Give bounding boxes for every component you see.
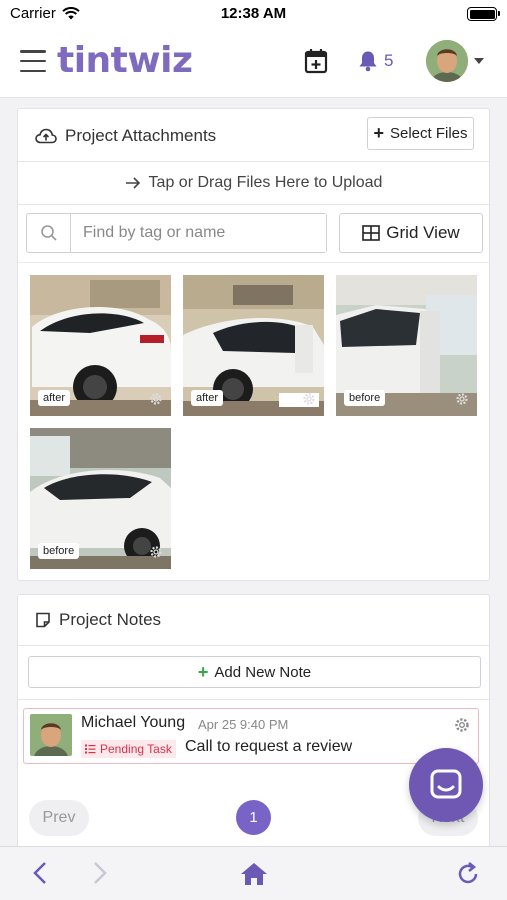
chevron-down-icon (474, 58, 484, 64)
search-input[interactable] (71, 214, 326, 252)
gear-icon[interactable] (149, 392, 163, 406)
photo-tag: before (344, 390, 386, 406)
add-note-button[interactable]: + Add New Note (28, 656, 481, 688)
upload-dropzone[interactable]: Tap or Drag Files Here to Upload (18, 161, 489, 205)
note-text: Call to request a review (185, 738, 353, 755)
grid-view-button[interactable]: Grid View (339, 213, 483, 253)
logo[interactable]: tintwiz (57, 40, 193, 81)
task-list-icon (85, 744, 96, 754)
status-bar: Carrier 12:38 AM (0, 0, 507, 28)
search-icon (27, 214, 71, 252)
attachments-title-text: Project Attachments (65, 126, 217, 145)
calendar-add-icon[interactable] (304, 48, 328, 74)
bottom-toolbar (0, 846, 507, 900)
notes-title-text: Project Notes (59, 610, 162, 629)
grid-icon (362, 225, 381, 241)
clock: 12:38 AM (220, 5, 287, 22)
photo-tag: after (38, 390, 71, 406)
select-files-button[interactable]: + Select Files (367, 117, 474, 150)
search-box (26, 213, 327, 253)
arrow-right-icon (125, 177, 140, 189)
divider (18, 699, 489, 700)
user-menu[interactable] (426, 40, 484, 82)
page-number[interactable]: 1 (236, 800, 271, 835)
status-badge: Pending Task (81, 740, 176, 758)
prev-page-button[interactable]: Prev (29, 800, 89, 836)
note-date: Apr 25 9:40 PM (198, 717, 289, 732)
cloud-upload-icon (35, 128, 57, 144)
notes-title: Project Notes (35, 610, 161, 630)
gear-icon[interactable] (455, 392, 469, 406)
bell-icon (359, 51, 377, 72)
attachment-photo[interactable]: after (30, 275, 171, 416)
gear-icon[interactable] (454, 717, 470, 733)
gear-icon[interactable] (149, 545, 163, 559)
photo-tag: before (38, 543, 80, 559)
note-author: Michael Young (81, 714, 186, 731)
avatar (30, 714, 72, 756)
grid-view-label: Grid View (386, 223, 460, 242)
attachment-photo[interactable]: before (30, 428, 171, 569)
attachments-title: Project Attachments (35, 126, 216, 146)
plus-icon: + (373, 123, 384, 143)
gear-icon[interactable] (302, 392, 316, 406)
reload-icon[interactable] (455, 861, 481, 887)
forward-icon[interactable] (92, 861, 108, 885)
notifications-button[interactable]: 5 (358, 50, 393, 72)
select-files-label: Select Files (389, 125, 468, 142)
battery-icon (467, 7, 500, 21)
avatar (426, 40, 468, 82)
menu-icon[interactable] (20, 50, 46, 72)
app-header: tintwiz 5 (0, 28, 507, 98)
attachment-photo[interactable]: after (183, 275, 324, 416)
chat-button[interactable] (409, 748, 483, 822)
note-icon (36, 612, 50, 628)
back-icon[interactable] (32, 861, 48, 885)
divider (18, 262, 489, 263)
photo-tag: after (191, 390, 224, 406)
attachments-card: Project Attachments + Select Files Tap o… (17, 108, 490, 581)
note-item[interactable]: Michael Young Apr 25 9:40 PM Pending Tas… (23, 708, 479, 764)
home-icon[interactable] (240, 861, 268, 887)
divider (18, 645, 489, 646)
dropzone-text: Tap or Drag Files Here to Upload (148, 174, 383, 191)
plus-icon: + (197, 661, 209, 682)
attachment-photo[interactable]: before (336, 275, 477, 416)
chat-icon (430, 769, 462, 799)
status-badge-label: Pending Task (100, 742, 172, 756)
add-note-label: Add New Note (214, 663, 312, 681)
notification-count: 5 (384, 51, 394, 70)
